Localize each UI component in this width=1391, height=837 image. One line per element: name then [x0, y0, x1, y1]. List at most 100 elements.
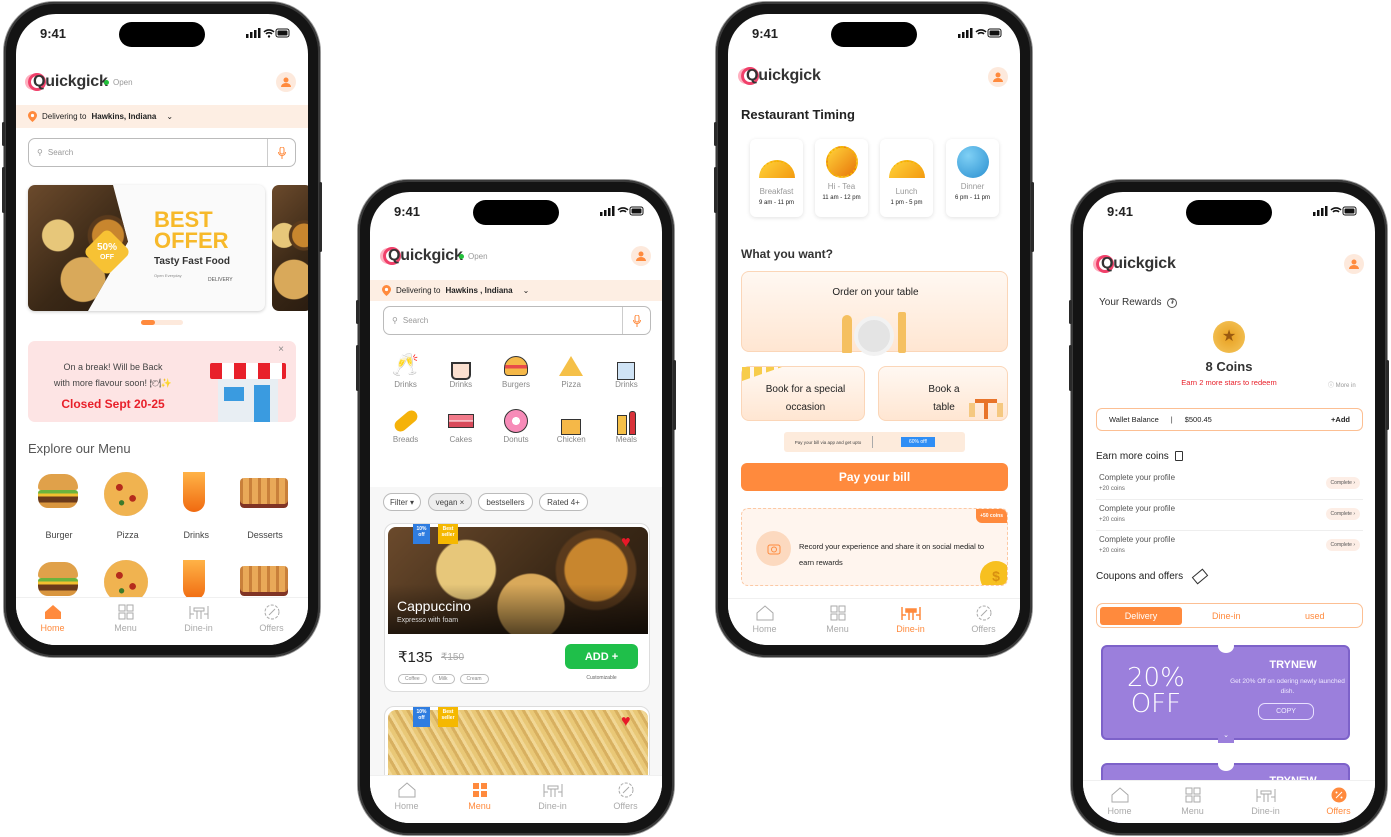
category-donuts[interactable]: Donuts: [488, 407, 543, 444]
status-icons: [600, 206, 644, 216]
mic-button[interactable]: [267, 139, 295, 166]
open-dot-icon: [104, 80, 109, 85]
search-input[interactable]: ⚲ Search: [383, 306, 651, 335]
category-meals[interactable]: Meals: [599, 407, 654, 444]
profile-avatar-button[interactable]: [1344, 254, 1364, 274]
wallet-balance: Wallet Balance | $500.45 +Add: [1096, 408, 1363, 431]
home-icon: [1111, 787, 1128, 803]
coupon-code: TRYNEW: [1269, 659, 1317, 671]
bottom-nav: Home Menu Dine-in Offers: [16, 597, 308, 645]
category-drinks-hot[interactable]: Drinks: [433, 352, 488, 389]
filter-chip-vegan[interactable]: vegan ×: [428, 493, 472, 511]
nav-menu[interactable]: Menu: [89, 598, 162, 645]
complete-button[interactable]: Complete ›: [1325, 477, 1360, 489]
home-icon: [398, 782, 415, 798]
chevron-down-icon[interactable]: ⌄: [1218, 731, 1234, 743]
category-pizza[interactable]: Pizza: [544, 352, 599, 389]
menu-screen: 9:41 Quickgick Open Delivering to Hawkins…: [370, 192, 662, 823]
nav-offers[interactable]: Offers: [589, 776, 662, 823]
coin-icon: $: [980, 561, 1007, 585]
nav-home[interactable]: Home: [370, 776, 443, 823]
nav-dine-in[interactable]: Dine-in: [516, 776, 589, 823]
record-experience-card[interactable]: +50 coins Record your experience and sha…: [741, 508, 1008, 586]
nav-dine-in[interactable]: Dine-in: [162, 598, 235, 645]
drink-image: [183, 472, 205, 512]
status-time: 9:41: [1107, 204, 1134, 219]
add-to-cart-button[interactable]: ADD +: [565, 644, 638, 669]
nav-offers[interactable]: Offers: [1302, 781, 1375, 823]
tab-delivery[interactable]: Delivery: [1100, 606, 1182, 625]
nav-home[interactable]: Home: [1083, 781, 1156, 823]
sun-icon: [825, 146, 858, 178]
complete-button[interactable]: Complete ›: [1325, 508, 1360, 520]
sunset-icon: [888, 160, 925, 178]
menu-item-desserts[interactable]: Desserts: [234, 530, 296, 540]
pay-offer-banner: Pay your bill via app and get upto 60% o…: [784, 432, 965, 452]
nav-menu[interactable]: Menu: [1156, 781, 1229, 823]
phone-dine-in: 9:41 Quickgick Restaurant Timing Breakfa…: [714, 2, 1034, 657]
ticket-icon: [1191, 568, 1209, 585]
rewards-info-icon[interactable]: ₮: [1167, 297, 1178, 308]
offer-banner-next[interactable]: [272, 185, 308, 311]
nav-dine-in[interactable]: Dine-in: [1229, 781, 1302, 823]
mic-button[interactable]: [622, 307, 650, 334]
search-icon: ⚲: [37, 148, 43, 157]
dine-in-screen: 9:41 Quickgick Restaurant Timing Breakfa…: [728, 14, 1020, 645]
tab-used[interactable]: used: [1271, 611, 1360, 621]
carousel-indicator[interactable]: [141, 320, 183, 325]
nav-dine-in[interactable]: Dine-in: [874, 599, 947, 645]
filter-dropdown[interactable]: Filter ▾: [383, 493, 421, 511]
category-burgers[interactable]: Burgers: [488, 352, 543, 389]
favorite-heart-icon[interactable]: ♥: [621, 713, 631, 731]
nav-offers[interactable]: Offers: [235, 598, 308, 645]
section-title: Restaurant Timing: [741, 107, 855, 122]
chevron-down-icon: ⌄: [522, 286, 530, 295]
filter-chip-bestsellers[interactable]: bestsellers: [478, 493, 533, 511]
menu-item-pizza[interactable]: Pizza: [97, 530, 159, 540]
item-description: Expresso with foam: [397, 617, 459, 624]
nav-menu[interactable]: Menu: [443, 776, 516, 823]
camera-icon: [756, 531, 791, 566]
closed-notice-card: On a break! Will be Back with more flavou…: [28, 341, 296, 422]
add-money-button[interactable]: +Add: [1331, 415, 1350, 424]
close-icon[interactable]: ×: [278, 344, 284, 355]
dessert-image: [240, 478, 288, 508]
more-info-link[interactable]: ⓘ More in: [1328, 380, 1356, 389]
nav-offers[interactable]: Offers: [947, 599, 1020, 645]
cutlery-icon: [842, 312, 912, 356]
category-drinks-box[interactable]: Drinks: [599, 352, 654, 389]
filter-chip-rated[interactable]: Rated 4+: [539, 493, 588, 511]
profile-avatar-button[interactable]: [631, 246, 651, 266]
search-input[interactable]: ⚲ Search: [28, 138, 296, 167]
book-table-card[interactable]: Book a table: [878, 366, 1008, 421]
nav-home[interactable]: Home: [728, 599, 801, 645]
profile-avatar-button[interactable]: [988, 67, 1008, 87]
menu-item-burger[interactable]: Burger: [28, 530, 90, 540]
offer-banner[interactable]: 50% OFF BEST OFFER Tasty Fast Food Open Ev…: [28, 185, 265, 311]
book-occasion-card[interactable]: Book for a special occasion: [741, 366, 865, 421]
complete-button[interactable]: Complete ›: [1325, 539, 1360, 551]
category-chicken[interactable]: Chicken: [544, 407, 599, 444]
discount-icon: [976, 605, 991, 621]
nav-home[interactable]: Home: [16, 598, 89, 645]
delivery-location-selector[interactable]: Delivering to Hawkins, Indiana ⌄: [16, 105, 308, 128]
home-screen: 9:41 Quickgick Open Delivering to Hawkins…: [16, 14, 308, 645]
category-drinks[interactable]: 🥂 Drinks: [378, 352, 433, 389]
copy-code-button[interactable]: COPY: [1258, 703, 1314, 720]
coupon-tabs: Delivery Dine-in used: [1096, 603, 1363, 628]
profile-avatar-button[interactable]: [276, 72, 296, 92]
coupon-card[interactable]: 20% OFF TRYNEW Get 20% Off on odering new…: [1101, 639, 1350, 743]
favorite-heart-icon[interactable]: ♥: [621, 534, 631, 552]
earn-title: Earn more coins: [1096, 451, 1183, 462]
nav-menu[interactable]: Menu: [801, 599, 874, 645]
category-cakes[interactable]: Cakes: [433, 407, 488, 444]
category-breads[interactable]: Breads: [378, 407, 433, 444]
menu-item-drinks[interactable]: Drinks: [165, 530, 227, 540]
pay-bill-button[interactable]: Pay your bill: [741, 463, 1008, 491]
tab-dine-in[interactable]: Dine-in: [1182, 611, 1271, 621]
bottom-nav: Home Menu Dine-in Offers: [370, 775, 662, 823]
menu-item-card[interactable]: 10% off Best seller ♥ Cappuccino Express…: [384, 523, 650, 692]
order-on-table-card[interactable]: Order on your table: [741, 271, 1008, 356]
user-icon: [1349, 259, 1359, 269]
delivery-location-selector[interactable]: Delivering to Hawkins , Indiana ⌄: [370, 280, 662, 301]
